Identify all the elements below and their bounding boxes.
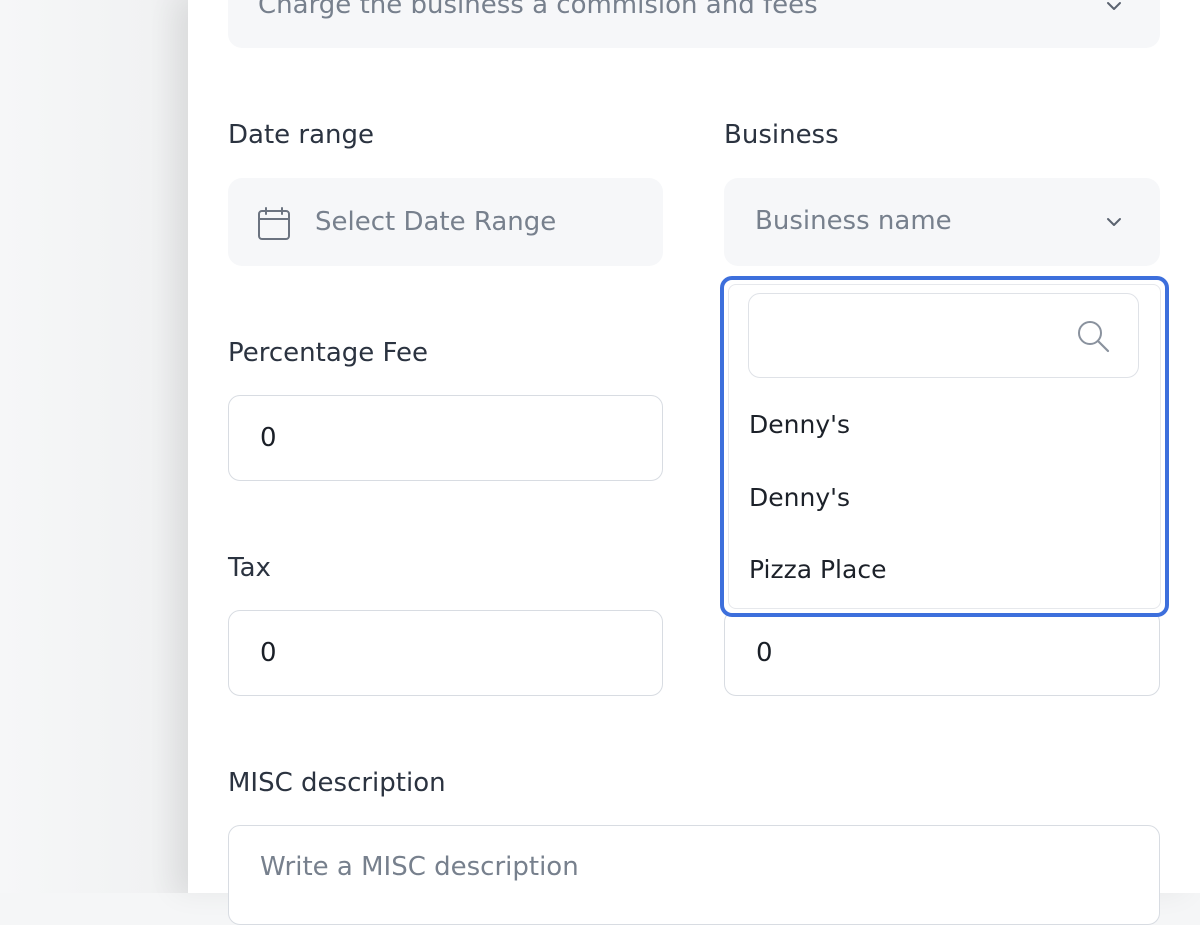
percentage-fee-value: 0 [260, 423, 277, 453]
business-option[interactable]: Pizza Place [749, 557, 886, 582]
date-range-label: Date range [228, 120, 375, 150]
chevron-down-icon[interactable] [1104, 0, 1124, 16]
search-icon [1078, 321, 1110, 353]
misc-description-label: MISC description [228, 768, 446, 798]
tax-value: 0 [260, 638, 277, 668]
fee-type-select-value: Charge the business a commision and fees [258, 0, 818, 20]
percentage-fee-label: Percentage Fee [228, 338, 429, 368]
misc-description-placeholder: Write a MISC description [260, 852, 579, 882]
flat-fee-input[interactable] [724, 610, 1160, 696]
calendar-icon [258, 207, 290, 240]
business-option[interactable]: Denny's [749, 412, 850, 437]
tax-input[interactable] [228, 610, 663, 696]
business-label: Business [724, 120, 839, 150]
business-option[interactable]: Denny's [749, 485, 850, 510]
tax-label: Tax [228, 553, 271, 583]
business-select-placeholder: Business name [755, 206, 952, 236]
date-range-placeholder: Select Date Range [315, 207, 557, 237]
flat-fee-value: 0 [756, 638, 773, 668]
chevron-down-icon[interactable] [1104, 212, 1124, 232]
percentage-fee-input[interactable] [228, 395, 663, 481]
